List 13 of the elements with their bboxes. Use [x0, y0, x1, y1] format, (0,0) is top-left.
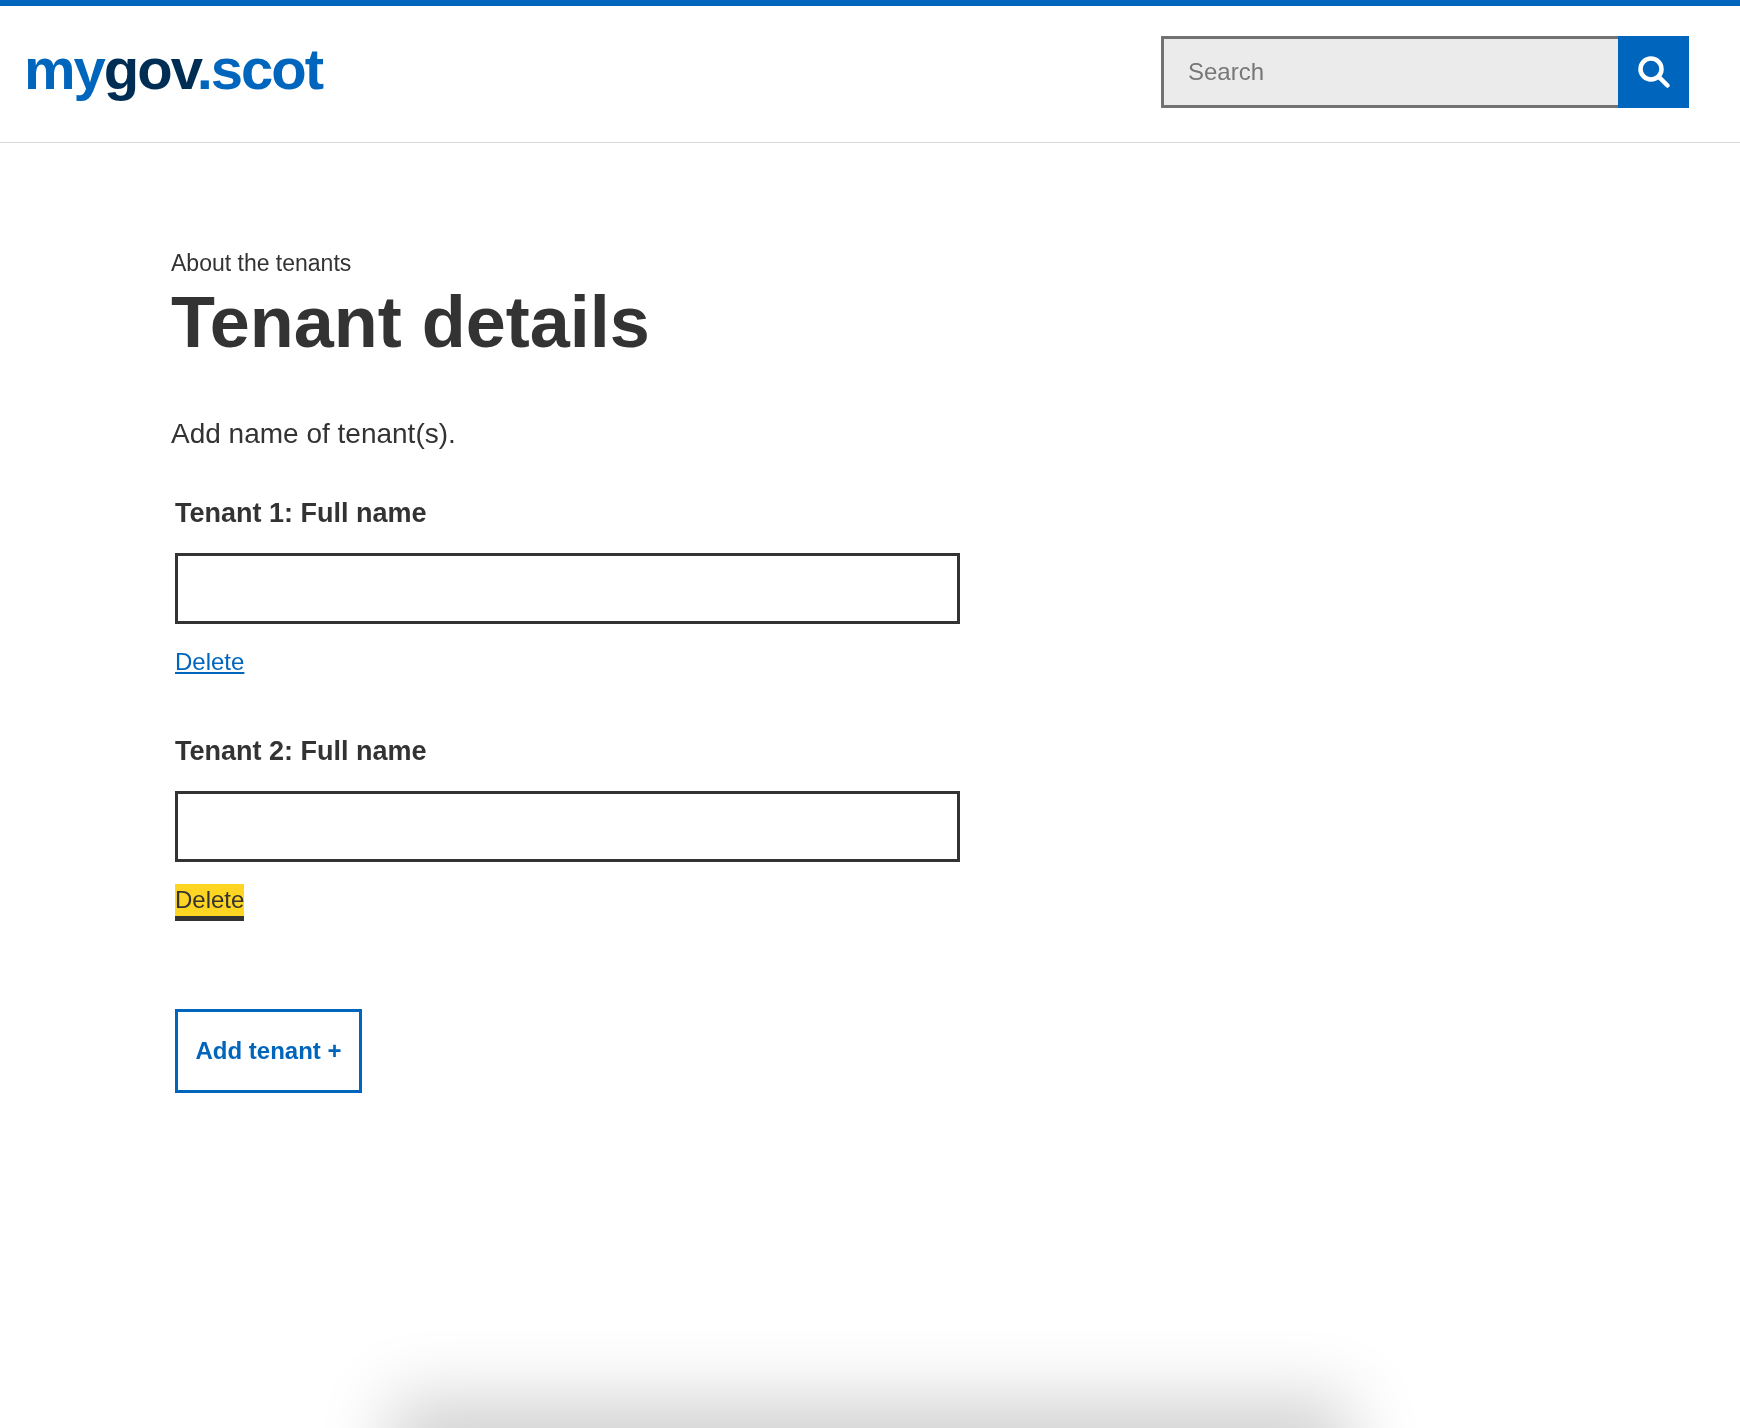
name-input-field[interactable] — [175, 791, 960, 863]
field-label: Tenant 2: Full name — [175, 736, 428, 768]
page-title: Tenant details — [171, 283, 651, 363]
search-icon — [1635, 54, 1672, 90]
section-caption: About the tenants — [171, 252, 353, 275]
search-button[interactable] — [1618, 36, 1689, 108]
search-field[interactable]: Search — [1161, 36, 1618, 108]
add-tenant-button[interactable]: Add tenant + — [175, 1008, 362, 1093]
intro-text: Add name of tenant(s). — [171, 418, 457, 451]
delete-link[interactable]: Delete — [175, 646, 245, 683]
field-label: Tenant 1: Full name — [175, 498, 428, 530]
delete-link[interactable]: Delete — [175, 884, 245, 921]
name-input-field[interactable] — [175, 553, 960, 625]
